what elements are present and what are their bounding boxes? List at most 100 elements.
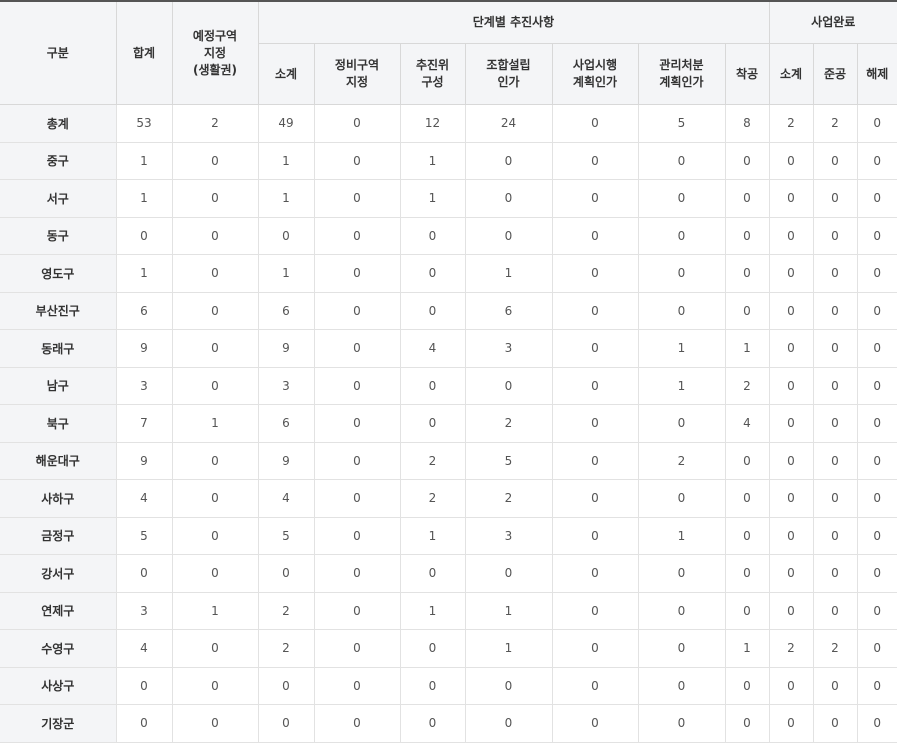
table-cell: 2	[813, 629, 858, 668]
table-cell: 0	[769, 217, 814, 255]
table-row: 부산진구 6 0 6 0 0 6 0 0 0 0 0 0	[0, 292, 897, 330]
table-cell: 0	[725, 442, 770, 480]
table-cell: 2	[465, 479, 553, 518]
table-cell: 0	[813, 329, 858, 368]
table-cell: 0	[769, 554, 814, 593]
table-body: 총계 53 2 49 0 12 24 0 5 8 2 2 0 중구 1 0 1 0 1 0 0 0 0 0 0 0 서구 1 0 1 0 1 0…	[0, 104, 897, 743]
table-cell: 0	[725, 517, 770, 555]
table-cell: 53	[116, 104, 173, 143]
table-cell: 0	[813, 179, 858, 218]
table-cell: 0	[116, 704, 173, 743]
table-cell: 49	[258, 104, 315, 143]
table-cell: 0	[813, 217, 858, 255]
table-row: 서구 1 0 1 0 1 0 0 0 0 0 0 0	[0, 179, 897, 218]
header-completed-group: 사업완료	[769, 0, 897, 44]
table-cell: 1	[400, 142, 466, 180]
table-cell: 0	[172, 142, 259, 180]
table-cell: 0	[465, 142, 553, 180]
table-cell: 0	[552, 629, 639, 668]
table-cell: 0	[638, 704, 726, 743]
table-cell: 9	[116, 442, 173, 480]
table-cell: 0	[314, 704, 401, 743]
row-label: 해운대구	[0, 442, 117, 480]
table-cell: 0	[552, 442, 639, 480]
table-cell: 0	[552, 329, 639, 368]
table-cell: 0	[465, 179, 553, 218]
table-cell: 0	[638, 479, 726, 518]
table-cell: 0	[813, 667, 858, 705]
row-label: 사하구	[0, 479, 117, 518]
row-label: 동래구	[0, 329, 117, 368]
table-cell: 0	[314, 292, 401, 330]
table-cell: 2	[465, 404, 553, 443]
table-row: 동구 0 0 0 0 0 0 0 0 0 0 0 0	[0, 217, 897, 255]
table-cell: 0	[314, 554, 401, 593]
table-cell: 0	[400, 667, 466, 705]
table-cell: 0	[172, 367, 259, 405]
table-cell: 0	[857, 554, 897, 593]
table-cell: 2	[258, 592, 315, 630]
table-cell: 1	[116, 254, 173, 293]
table-cell: 0	[314, 629, 401, 668]
table-cell: 0	[813, 292, 858, 330]
table-cell: 0	[857, 329, 897, 368]
table-cell: 2	[400, 442, 466, 480]
table-cell: 0	[769, 442, 814, 480]
table-cell: 2	[400, 479, 466, 518]
table-cell: 0	[314, 254, 401, 293]
table-cell: 9	[116, 329, 173, 368]
table-cell: 0	[400, 704, 466, 743]
table-row: 기장군 0 0 0 0 0 0 0 0 0 0 0 0	[0, 704, 897, 743]
table-cell: 3	[116, 592, 173, 630]
table-header: 구분 합계 예정구역 지정 (생활권) 단계별 추진사항 사업완료 소계 정비구…	[0, 0, 897, 105]
table-cell: 0	[465, 217, 553, 255]
table-cell: 0	[172, 292, 259, 330]
table-cell: 5	[258, 517, 315, 555]
table-cell: 0	[314, 217, 401, 255]
table-cell: 0	[857, 179, 897, 218]
table-cell: 0	[552, 217, 639, 255]
table-row: 영도구 1 0 1 0 0 1 0 0 0 0 0 0	[0, 254, 897, 293]
table-cell: 0	[258, 217, 315, 255]
table-cell: 0	[552, 517, 639, 555]
table-cell: 0	[172, 554, 259, 593]
header-stage-management-plan: 관리처분 계획인가	[638, 43, 726, 105]
table-cell: 5	[465, 442, 553, 480]
table-cell: 1	[172, 404, 259, 443]
table-cell: 0	[725, 479, 770, 518]
table-cell: 0	[813, 479, 858, 518]
table-cell: 3	[465, 517, 553, 555]
table-cell: 5	[638, 104, 726, 143]
table-cell: 0	[813, 592, 858, 630]
table-cell: 0	[465, 667, 553, 705]
table-cell: 0	[813, 142, 858, 180]
table-cell: 0	[116, 667, 173, 705]
table-cell: 0	[813, 254, 858, 293]
table-cell: 0	[769, 517, 814, 555]
table-cell: 0	[314, 104, 401, 143]
table-cell: 0	[857, 217, 897, 255]
table-cell: 0	[769, 329, 814, 368]
table-cell: 9	[258, 442, 315, 480]
table-cell: 0	[552, 254, 639, 293]
table-row: 해운대구 9 0 9 0 2 5 0 2 0 0 0 0	[0, 442, 897, 480]
table-cell: 0	[857, 667, 897, 705]
table-cell: 8	[725, 104, 770, 143]
table-cell: 0	[552, 367, 639, 405]
table-cell: 0	[769, 667, 814, 705]
table-cell: 0	[813, 367, 858, 405]
header-category: 구분	[0, 0, 117, 105]
table-cell: 0	[769, 179, 814, 218]
table-cell: 0	[638, 292, 726, 330]
table-cell: 6	[116, 292, 173, 330]
table-cell: 0	[638, 254, 726, 293]
row-label: 기장군	[0, 704, 117, 743]
table-cell: 0	[769, 254, 814, 293]
table-cell: 1	[725, 629, 770, 668]
table-cell: 0	[314, 329, 401, 368]
table-cell: 0	[857, 142, 897, 180]
table-row: 사하구 4 0 4 0 2 2 0 0 0 0 0 0	[0, 479, 897, 518]
table-cell: 0	[314, 517, 401, 555]
table-cell: 4	[400, 329, 466, 368]
table-cell: 1	[258, 254, 315, 293]
